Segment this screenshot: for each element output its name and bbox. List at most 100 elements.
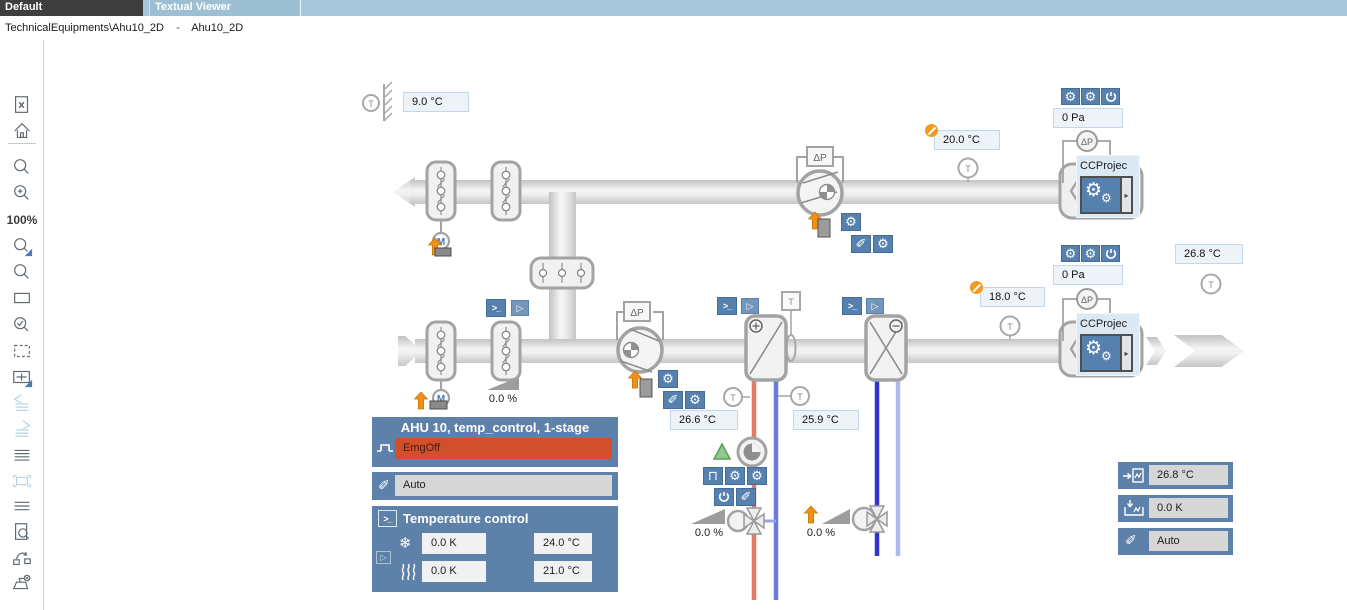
home-icon[interactable] xyxy=(10,119,34,143)
cooling-setpoint-field[interactable]: 24.0 °C xyxy=(534,533,592,554)
supply-pressure-config-button[interactable]: ⚙ xyxy=(1081,245,1100,262)
extract-pressure-value[interactable]: 0 Pa xyxy=(1053,108,1123,128)
outdoor-temp-value[interactable]: 9.0 °C xyxy=(403,92,469,112)
outdoor-temp-sensor: T xyxy=(363,82,392,121)
zoom-region-icon[interactable] xyxy=(10,234,34,258)
export-report-icon[interactable] xyxy=(10,93,34,117)
cc-expand-button[interactable]: ▸ xyxy=(1120,178,1131,212)
terminal-icon: >_ xyxy=(378,510,397,527)
offset-panel: 0.0 K xyxy=(1118,495,1233,522)
pan-tool-icon[interactable] xyxy=(10,365,34,389)
toolbar-sidebar: 100% xyxy=(0,40,44,610)
damper-run-button[interactable]: ▷ xyxy=(511,300,529,316)
sensor-t-label: T xyxy=(1208,280,1214,290)
dp-label: ΔP xyxy=(1081,295,1093,305)
extract-fan-edit-button[interactable]: ✐ xyxy=(851,235,871,253)
extract-duct-temp-sensor: T xyxy=(959,159,978,183)
tab-textual-viewer[interactable]: Textual Viewer xyxy=(149,0,299,16)
gear-icon: ⚙ xyxy=(662,371,674,387)
tab-default[interactable]: Default xyxy=(0,0,143,16)
room-temp-value[interactable]: 26.8 °C xyxy=(1175,244,1243,264)
extract-fan-cc-popup: CCProjec ⚙ ⚙ ▸ xyxy=(1076,155,1140,218)
motor-m-label: M xyxy=(437,237,445,248)
cooling-program-button[interactable]: >_ xyxy=(842,297,862,315)
heating-run-button[interactable]: ▷ xyxy=(741,298,759,314)
zoom-icon[interactable] xyxy=(10,155,34,179)
pump-config-button[interactable]: ⚙ xyxy=(747,467,767,485)
cooling-deadband-field[interactable]: 0.0 K xyxy=(422,533,486,554)
flow-link-icon[interactable] xyxy=(10,546,34,570)
supply-fan-edit-button[interactable]: ✐ xyxy=(663,391,683,409)
offset-field[interactable]: 0.0 K xyxy=(1149,498,1228,518)
expand-arrow-icon: ▸ xyxy=(1124,349,1128,358)
supply-pressure-value[interactable]: 0 Pa xyxy=(1053,265,1123,285)
extract-fan-config-button[interactable]: ⚙ xyxy=(873,235,893,253)
extract-air-temp-value[interactable]: 20.0 °C xyxy=(934,130,1000,150)
extract-duct xyxy=(410,180,1062,204)
extract-pressure-power-button[interactable] xyxy=(1101,88,1120,105)
marquee-select-icon[interactable] xyxy=(10,339,34,363)
stamp-note-icon[interactable] xyxy=(10,572,34,596)
cooling-pipes xyxy=(877,378,898,556)
cc-settings-button[interactable]: ⚙ ⚙ xyxy=(1082,336,1120,370)
gear-icon: ⚙ xyxy=(1101,349,1112,363)
pencil-icon: ✐ xyxy=(741,489,752,505)
extract-fan-settings-button[interactable]: ⚙ xyxy=(841,213,861,231)
supply-air-temp-value[interactable]: 18.0 °C xyxy=(980,287,1045,307)
zoom-fit-icon[interactable] xyxy=(10,313,34,337)
supply-pressure-settings-button[interactable]: ⚙ xyxy=(1061,245,1080,262)
actuator-switch xyxy=(640,379,652,397)
supply-pressure-power-button[interactable] xyxy=(1101,245,1120,262)
pump-power-button[interactable] xyxy=(714,488,734,506)
cc-expand-button[interactable]: ▸ xyxy=(1120,336,1131,370)
heating-setpoint-field[interactable]: 21.0 °C xyxy=(534,561,592,582)
zoom-out-icon[interactable] xyxy=(10,260,34,284)
override-arrow-icon xyxy=(415,392,428,409)
play-icon: ▷ xyxy=(747,301,754,312)
ahu-panel-title: AHU 10, temp_control, 1-stage xyxy=(372,417,618,435)
override-arrow-icon xyxy=(429,238,442,255)
heating-valve-position-value: 0.0 % xyxy=(689,527,729,539)
damper-program-button[interactable]: >_ xyxy=(486,299,506,317)
cc-settings-button[interactable]: ⚙ ⚙ xyxy=(1082,178,1120,212)
sensor-t-label: T xyxy=(368,99,374,109)
view-rect-icon[interactable] xyxy=(10,286,34,310)
cooling-return-temp-value[interactable]: 25.9 °C xyxy=(793,410,859,430)
mode-panel: ✐ Auto xyxy=(372,472,618,500)
damper-motor-top: M xyxy=(433,220,449,249)
heating-pipes xyxy=(753,378,776,600)
supply-fan-config-button[interactable]: ⚙ xyxy=(685,391,705,409)
pump-settings-button[interactable]: ⚙ xyxy=(725,467,745,485)
nav-forward-icon[interactable] xyxy=(10,417,34,441)
fit-frame-icon[interactable] xyxy=(10,469,34,493)
mode-field[interactable]: Auto xyxy=(395,475,612,496)
list-menu-icon[interactable] xyxy=(10,494,34,518)
supply-fan-settings-button[interactable]: ⚙ xyxy=(658,370,678,388)
right-mode-field[interactable]: Auto xyxy=(1149,531,1228,551)
pump-edit-button[interactable]: ✐ xyxy=(736,488,756,506)
heating-program-button[interactable]: >_ xyxy=(717,297,737,315)
layers-menu-icon[interactable] xyxy=(10,443,34,467)
gear-icon: ⚙ xyxy=(729,468,741,484)
breadcrumb-path[interactable]: TechnicalEquipments\Ahu10_2D xyxy=(5,22,164,34)
right-mode-panel: ✐ Auto xyxy=(1118,528,1233,555)
terminal-icon: >_ xyxy=(723,301,731,311)
cooling-run-button[interactable]: ▷ xyxy=(866,298,884,314)
heating-return-temp-value[interactable]: 26.6 °C xyxy=(670,410,738,430)
damper-motor-bottom: M xyxy=(433,380,449,406)
heating-pump xyxy=(738,438,766,466)
recirculation-duct xyxy=(549,192,576,352)
emergency-state-field[interactable]: EmgOff xyxy=(395,438,612,459)
extract-pressure-config-button[interactable]: ⚙ xyxy=(1081,88,1100,105)
pump-pulse-button[interactable]: ⊓ xyxy=(703,467,723,485)
actuator-switch xyxy=(435,248,451,256)
search-document-icon[interactable] xyxy=(10,520,34,544)
room-temp-field[interactable]: 26.8 °C xyxy=(1149,465,1228,485)
nav-back-icon[interactable] xyxy=(10,391,34,415)
actuator-switch xyxy=(818,219,830,237)
zoom-in-icon[interactable] xyxy=(10,181,34,205)
extract-pressure-settings-button[interactable]: ⚙ xyxy=(1061,88,1080,105)
gear-icon: ⚙ xyxy=(751,468,763,484)
heating-deadband-field[interactable]: 0.0 K xyxy=(422,561,486,582)
pulse-icon: ⊓ xyxy=(708,468,718,484)
